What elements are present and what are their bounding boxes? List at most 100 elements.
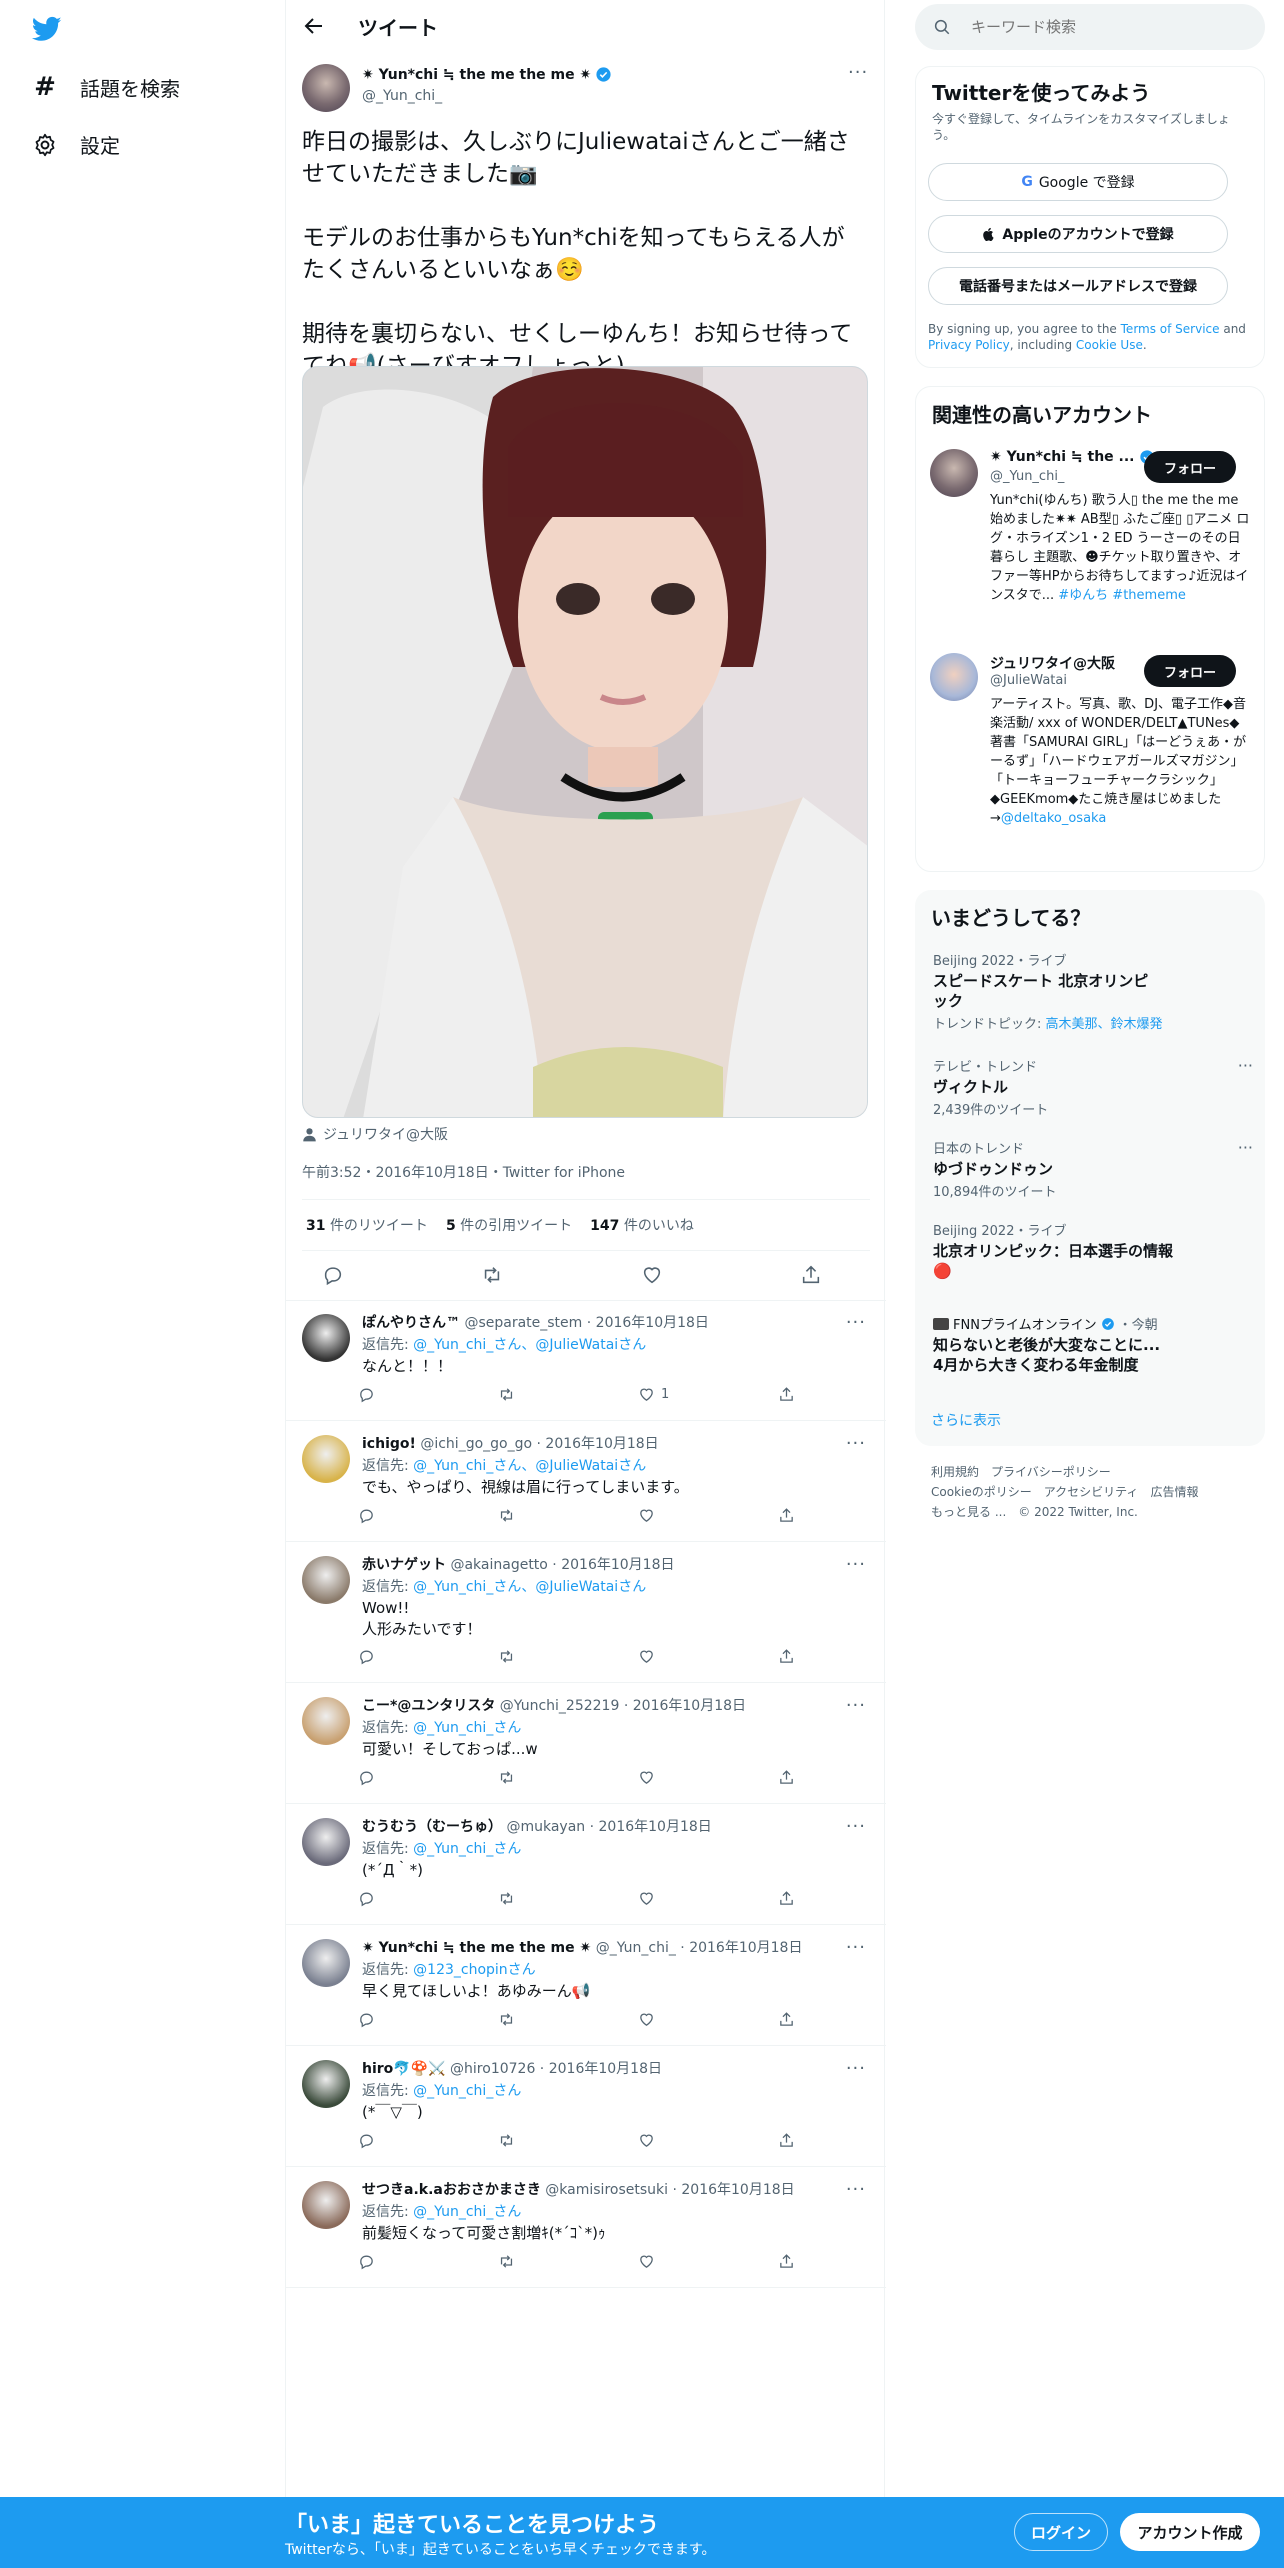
more-options-icon[interactable]: ··· <box>846 1695 866 1716</box>
nav-settings[interactable]: 設定 <box>32 130 120 159</box>
reply-to-users[interactable]: @_Yun_chi_さん、@JulieWataiさん <box>413 1337 646 1353</box>
twitter-logo-icon[interactable] <box>30 14 64 44</box>
retweet-icon[interactable] <box>498 2128 588 2152</box>
share-icon[interactable] <box>778 1382 798 1406</box>
more-options-icon[interactable]: ··· <box>846 2058 866 2079</box>
footer-ads-link[interactable]: 広告情報 <box>1150 1485 1198 1499</box>
reply-author-name[interactable]: むうむう（むーちゅ） <box>362 1819 502 1835</box>
reply-author-name[interactable]: 赤いナゲット <box>362 1557 446 1573</box>
related-handle-2[interactable]: @JulieWatai <box>990 673 1067 688</box>
retweet-icon[interactable] <box>498 1503 588 1527</box>
reply-author-handle[interactable]: @hiro10726 <box>450 2061 535 2077</box>
follow-button-1[interactable]: フォロー <box>1144 451 1236 483</box>
reply-author-name[interactable]: こー*@ユンタリスタ <box>362 1698 495 1714</box>
like-icon[interactable] <box>638 1644 728 1668</box>
trend-topic-links[interactable]: 高木美那、鈴木爆発 <box>1046 1017 1163 1032</box>
reply-date[interactable]: 2016年10月18日 <box>596 1315 709 1331</box>
reply-avatar[interactable] <box>302 1435 350 1483</box>
more-options-icon[interactable]: ··· <box>846 1816 866 1837</box>
footer-terms-link[interactable]: 利用規約 <box>931 1465 979 1479</box>
more-options-icon[interactable]: ··· <box>848 62 868 83</box>
reply-tweet[interactable]: hiro🐬🍄⚔️ @hiro10726 · 2016年10月18日 ··· 返信先:… <box>286 2046 886 2167</box>
more-options-icon[interactable]: ··· <box>1238 1056 1253 1075</box>
retweet-icon[interactable] <box>498 2249 588 2273</box>
reply-avatar[interactable] <box>302 1556 350 1604</box>
like-icon[interactable] <box>638 2249 728 2273</box>
reply-author-handle[interactable]: @kamisirosetsuki <box>545 2182 668 2198</box>
reply-avatar[interactable] <box>302 1818 350 1866</box>
related-name-row-1[interactable]: ✷ Yun*chi ≒ the ... <box>990 449 1155 465</box>
like-icon[interactable] <box>638 2128 728 2152</box>
show-more-link[interactable]: さらに表示 <box>931 1410 1001 1430</box>
reply-icon[interactable] <box>358 1765 448 1789</box>
share-icon[interactable] <box>778 2128 798 2152</box>
trend-item[interactable]: Beijing 2022・ライブ 北京オリンピック：日本選手の情報🔴 <box>933 1220 1243 1281</box>
like-stat[interactable]: 147 件のいいね <box>590 1215 694 1235</box>
reply-tweet[interactable]: こー*@ユンタリスタ @Yunchi_252219 · 2016年10月18日 ·… <box>286 1683 886 1804</box>
footer-cookie-link[interactable]: Cookieのポリシー <box>931 1485 1032 1499</box>
share-icon[interactable] <box>778 1765 798 1789</box>
tagged-user[interactable]: ジュリワタイ@大阪 <box>302 1124 448 1144</box>
reply-avatar[interactable] <box>302 2060 350 2108</box>
related-bio-tags-1[interactable]: #ゆんち #thememe <box>1058 588 1186 603</box>
share-icon[interactable] <box>778 1503 798 1527</box>
more-options-icon[interactable]: ··· <box>1238 1138 1253 1157</box>
reply-icon[interactable] <box>358 2249 448 2273</box>
reply-tweet[interactable]: ✷ Yun*chi ≒ the me the me ✷ @_Yun_chi_ ·… <box>286 1925 886 2046</box>
share-icon[interactable] <box>778 1644 798 1668</box>
share-icon[interactable] <box>778 2007 798 2031</box>
nav-explore[interactable]: # 話題を検索 <box>32 72 180 102</box>
tweet-meta[interactable]: 午前3:52・2016年10月18日・Twitter for iPhone <box>302 1162 625 1182</box>
reply-to-users[interactable]: @_Yun_chi_さん <box>413 1720 521 1736</box>
retweet-icon[interactable] <box>498 1886 588 1910</box>
reply-tweet[interactable]: 赤いナゲット @akainagetto · 2016年10月18日 ··· 返信先:… <box>286 1542 886 1683</box>
trend-item[interactable]: Beijing 2022・ライブ スピードスケート 北京オリンピック トレンドト… <box>933 950 1243 1032</box>
more-options-icon[interactable]: ··· <box>846 1554 866 1575</box>
reply-author-handle[interactable]: @mukayan <box>506 1819 585 1835</box>
reply-author-name[interactable]: ichigo! <box>362 1436 416 1452</box>
reply-tweet[interactable]: むうむう（むーちゅ） @mukayan · 2016年10月18日 ··· 返信先:… <box>286 1804 886 1925</box>
reply-icon[interactable] <box>358 1503 448 1527</box>
signup-button[interactable]: アカウント作成 <box>1120 2513 1260 2551</box>
reply-to-users[interactable]: @_Yun_chi_さん <box>413 2083 521 2099</box>
reply-author-name[interactable]: ぽんやりさん™ <box>362 1315 460 1331</box>
reply-icon[interactable] <box>358 1644 448 1668</box>
reply-to-users[interactable]: @_Yun_chi_さん、@JulieWataiさん <box>413 1579 646 1595</box>
reply-date[interactable]: 2016年10月18日 <box>599 1819 712 1835</box>
reply-icon[interactable] <box>358 1382 448 1406</box>
reply-author-handle[interactable]: @ichi_go_go_go <box>420 1436 532 1452</box>
google-signup-button[interactable]: G Google で登録 <box>928 163 1228 201</box>
search-bar[interactable] <box>915 4 1265 50</box>
retweet-icon[interactable] <box>498 1644 588 1668</box>
retweet-stat[interactable]: 31 件のリツイート <box>306 1215 428 1235</box>
reply-icon[interactable] <box>358 2007 448 2031</box>
reply-avatar[interactable] <box>302 1939 350 1987</box>
like-icon[interactable] <box>638 2007 728 2031</box>
retweet-icon[interactable] <box>498 2007 588 2031</box>
reply-to-users[interactable]: @_Yun_chi_さん <box>413 2204 521 2220</box>
retweet-icon[interactable] <box>481 1262 503 1288</box>
author-name-row[interactable]: ✷ Yun*chi ≒ the me the me ✷ <box>362 66 612 83</box>
login-button[interactable]: ログイン <box>1014 2513 1108 2551</box>
like-icon[interactable] <box>641 1262 663 1288</box>
reply-avatar[interactable] <box>302 2181 350 2229</box>
reply-avatar[interactable] <box>302 1314 350 1362</box>
related-avatar-1[interactable] <box>930 449 978 497</box>
reply-icon[interactable] <box>322 1262 344 1288</box>
reply-author-name[interactable]: せつきa.k.aおおさかまさき <box>362 2182 541 2198</box>
more-options-icon[interactable]: ··· <box>846 1937 866 1958</box>
search-input[interactable] <box>971 18 1231 36</box>
author-avatar[interactable] <box>302 64 350 112</box>
like-icon[interactable] <box>638 1503 728 1527</box>
reply-author-handle[interactable]: @_Yun_chi_ <box>596 1940 676 1956</box>
reply-tweet[interactable]: せつきa.k.aおおさかまさき @kamisirosetsuki · 2016年… <box>286 2167 886 2288</box>
terms-of-service-link[interactable]: Terms of Service <box>1121 322 1220 336</box>
back-arrow-icon[interactable] <box>302 14 328 40</box>
reply-icon[interactable] <box>358 1886 448 1910</box>
retweet-icon[interactable] <box>498 1382 588 1406</box>
reply-to-users[interactable]: @_Yun_chi_さん <box>413 1841 521 1857</box>
share-icon[interactable] <box>778 1886 798 1910</box>
footer-accessibility-link[interactable]: アクセシビリティ <box>1044 1485 1139 1499</box>
like-icon[interactable] <box>638 1886 728 1910</box>
footer-more-link[interactable]: もっと見る ... <box>931 1505 1006 1519</box>
